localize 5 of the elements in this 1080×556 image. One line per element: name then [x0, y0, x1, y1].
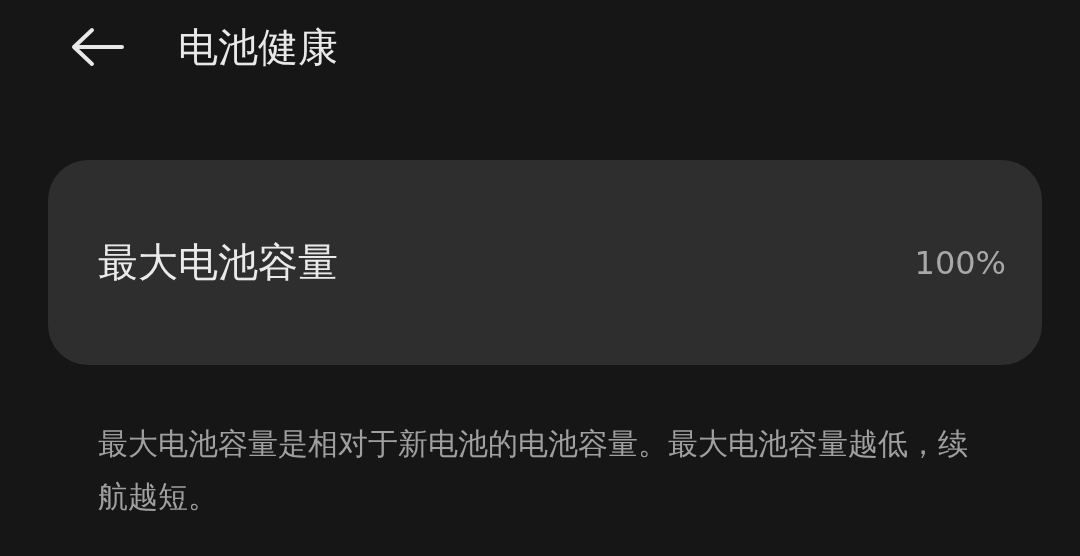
capacity-label: 最大电池容量	[98, 238, 338, 287]
back-icon[interactable]	[70, 27, 126, 67]
capacity-value: 100%	[914, 243, 1006, 282]
page-title: 电池健康	[178, 24, 338, 70]
description-text: 最大电池容量是相对于新电池的电池容量。最大电池容量越低，续航越短。	[98, 425, 969, 516]
